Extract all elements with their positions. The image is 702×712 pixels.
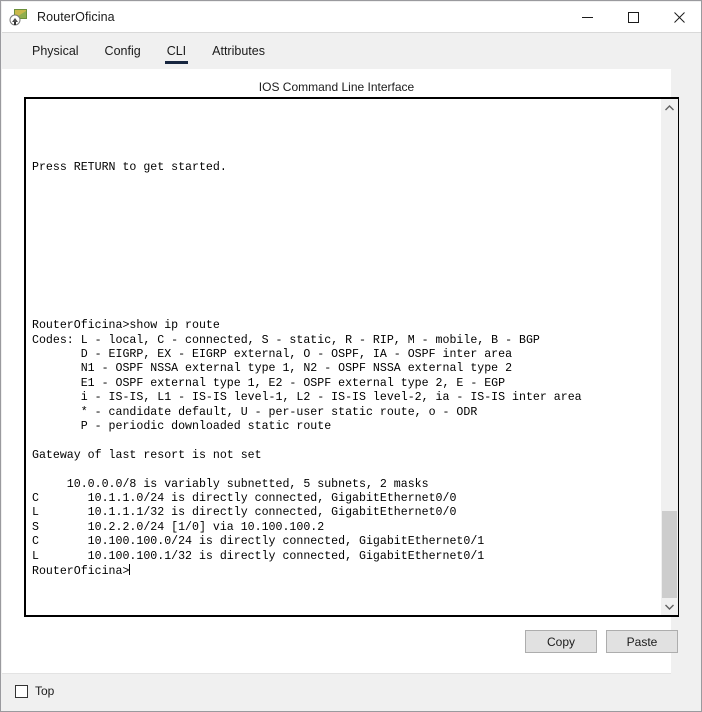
title-bar: RouterOficina [2,2,701,32]
tab-physical-label: Physical [32,44,79,58]
tab-cli[interactable]: CLI [154,39,199,64]
tab-physical[interactable]: Physical [19,39,92,64]
terminal-output[interactable]: Press RETURN to get started. RouterOfici… [26,99,660,615]
maximize-icon [627,11,639,23]
tab-attributes-label: Attributes [212,44,265,58]
device-config-window: RouterOficina Physical Config CLI Attrib… [0,0,702,712]
scrollbar-thumb[interactable] [662,511,677,599]
terminal-body: Press RETURN to get started. RouterOfici… [32,160,582,563]
active-tab-indicator [164,61,189,64]
close-icon [673,11,685,23]
tab-list: Physical Config CLI Attributes [19,39,278,73]
window-footer: Top [2,673,701,711]
copy-button[interactable]: Copy [525,630,597,653]
maximize-button[interactable] [610,2,656,32]
terminal-scrollbar[interactable] [660,99,678,615]
cli-heading: IOS Command Line Interface [258,80,415,94]
terminal-text: Press RETURN to get started. RouterOfici… [32,103,582,579]
scroll-down-button[interactable] [661,598,678,615]
tab-config[interactable]: Config [92,39,154,64]
window-title: RouterOficina [37,10,115,24]
paste-button[interactable]: Paste [606,630,678,653]
chevron-up-icon [665,104,674,110]
router-device-icon [9,7,29,27]
close-button[interactable] [656,2,701,32]
minimize-icon [581,16,593,18]
cli-panel: IOS Command Line Interface Press RETURN … [2,69,679,673]
terminal-container: Press RETURN to get started. RouterOfici… [24,97,679,617]
terminal-prompt: RouterOficina> [32,565,130,578]
tab-config-label: Config [104,44,141,58]
scroll-up-button[interactable] [661,99,678,116]
chevron-down-icon [665,604,674,610]
tab-attributes[interactable]: Attributes [199,39,278,64]
window-controls [564,2,701,32]
footer-divider [2,673,671,674]
tab-cli-label: CLI [166,44,187,58]
tab-strip: Physical Config CLI Attributes [2,33,701,73]
text-cursor [129,564,131,575]
top-checkbox[interactable] [15,684,28,698]
top-checkbox-label: Top [35,684,55,698]
top-checkbox-row[interactable]: Top [15,684,54,698]
minimize-button[interactable] [564,2,610,32]
terminal-action-buttons: Copy Paste [2,630,678,660]
